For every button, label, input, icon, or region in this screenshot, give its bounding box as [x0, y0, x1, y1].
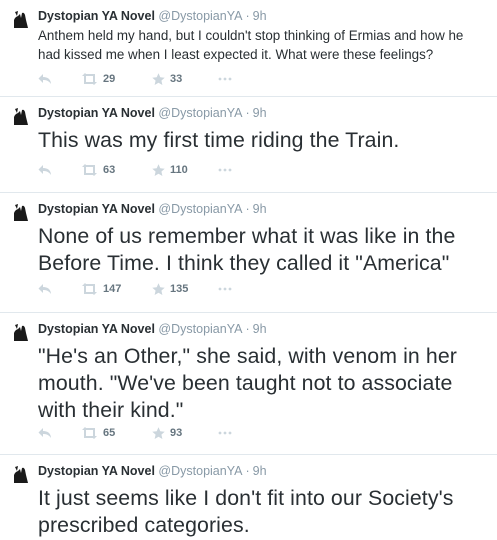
timestamp[interactable]: 9h: [253, 106, 267, 120]
tweet[interactable]: Dystopian YA Novel @DystopianYA · 9h Anthe…: [0, 0, 497, 97]
retweet-icon: [82, 427, 97, 439]
more-dots-icon: [218, 77, 232, 81]
retweet-button[interactable]: 147: [81, 281, 121, 297]
reply-icon: [38, 284, 51, 294]
separator: ·: [245, 202, 250, 216]
timestamp[interactable]: 9h: [253, 464, 267, 478]
author-handle[interactable]: @DystopianYA: [158, 9, 242, 23]
separator: ·: [245, 322, 250, 336]
more-button[interactable]: [218, 281, 232, 297]
star-icon: [152, 72, 165, 85]
tweet-actions: 65 93: [38, 425, 298, 441]
tweet-header: Dystopian YA Novel @DystopianYA · 9h: [38, 464, 267, 479]
star-icon: [152, 282, 165, 295]
favorite-count: 135: [170, 283, 189, 295]
tweet-header: Dystopian YA Novel @DystopianYA · 9h: [38, 322, 267, 337]
favorite-count: 93: [170, 427, 183, 439]
more-dots-icon: [218, 287, 232, 291]
tweet[interactable]: Dystopian YA Novel @DystopianYA · 9h This …: [0, 97, 497, 193]
tweet-text: "He's an Other," she said, with venom in…: [38, 344, 457, 422]
retweet-count: 29: [103, 73, 116, 85]
tweet[interactable]: Dystopian YA Novel @DystopianYA · 9h None …: [0, 193, 497, 313]
timestamp[interactable]: 9h: [253, 202, 267, 216]
more-button[interactable]: [218, 162, 232, 178]
reply-button[interactable]: [38, 71, 52, 87]
separator: ·: [245, 464, 250, 478]
favorite-button[interactable]: 33: [152, 71, 182, 87]
tweet-header: Dystopian YA Novel @DystopianYA · 9h: [38, 202, 267, 217]
more-dots-icon: [218, 431, 232, 435]
favorite-count: 110: [170, 164, 188, 176]
favorite-button[interactable]: 93: [152, 425, 182, 441]
tweet-text: None of us remember what it was like in …: [38, 224, 456, 275]
author-name[interactable]: Dystopian YA Novel: [38, 9, 155, 23]
reply-icon: [38, 165, 51, 175]
avatar[interactable]: [11, 321, 31, 341]
avatar[interactable]: [11, 463, 31, 483]
star-icon: [152, 426, 165, 439]
tweet-actions: 29 33: [38, 71, 298, 87]
silhouette-icon: [11, 201, 31, 221]
timestamp[interactable]: 9h: [253, 9, 267, 23]
tweet-text: This was my first time riding the Train.: [38, 128, 400, 152]
separator: ·: [245, 9, 250, 23]
silhouette-icon: [11, 321, 31, 341]
tweet-actions: 63 110: [38, 162, 298, 178]
separator: ·: [245, 106, 250, 120]
retweet-icon: [82, 283, 97, 295]
tweet-actions: 147 135: [38, 281, 298, 297]
retweet-button[interactable]: 29: [81, 71, 115, 87]
retweet-icon: [82, 73, 97, 85]
tweet-header: Dystopian YA Novel @DystopianYA · 9h: [38, 106, 267, 121]
author-name[interactable]: Dystopian YA Novel: [38, 202, 155, 216]
avatar[interactable]: [11, 105, 31, 125]
retweet-count: 63: [103, 164, 116, 176]
author-name[interactable]: Dystopian YA Novel: [38, 322, 155, 336]
more-button[interactable]: [218, 71, 232, 87]
author-handle[interactable]: @DystopianYA: [158, 106, 242, 120]
reply-icon: [38, 74, 51, 84]
retweet-icon: [82, 164, 97, 176]
retweet-count: 147: [103, 283, 122, 295]
reply-icon: [38, 428, 51, 438]
timestamp[interactable]: 9h: [253, 322, 267, 336]
tweet-header: Dystopian YA Novel @DystopianYA · 9h: [38, 9, 267, 24]
tweet-text: Anthem held my hand, but I couldn't stop…: [38, 28, 464, 62]
favorite-button[interactable]: 135: [152, 281, 188, 297]
more-button[interactable]: [218, 425, 232, 441]
author-name[interactable]: Dystopian YA Novel: [38, 464, 155, 478]
author-name[interactable]: Dystopian YA Novel: [38, 106, 155, 120]
reply-button[interactable]: [38, 162, 52, 178]
author-handle[interactable]: @DystopianYA: [158, 202, 242, 216]
retweet-button[interactable]: 63: [81, 162, 115, 178]
author-handle[interactable]: @DystopianYA: [158, 464, 242, 478]
reply-button[interactable]: [38, 425, 52, 441]
retweet-count: 65: [103, 427, 116, 439]
star-icon: [152, 163, 165, 176]
author-handle[interactable]: @DystopianYA: [158, 322, 242, 336]
silhouette-icon: [11, 8, 31, 28]
tweet-feed: Dystopian YA Novel @DystopianYA · 9h Anthe…: [0, 0, 497, 540]
favorite-count: 33: [170, 73, 183, 85]
avatar[interactable]: [11, 8, 31, 28]
favorite-button[interactable]: 110: [152, 162, 188, 178]
tweet[interactable]: Dystopian YA Novel @DystopianYA · 9h "He's…: [0, 313, 497, 455]
silhouette-icon: [11, 105, 31, 125]
retweet-button[interactable]: 65: [81, 425, 115, 441]
reply-button[interactable]: [38, 281, 52, 297]
silhouette-icon: [11, 463, 31, 483]
more-dots-icon: [218, 168, 232, 172]
tweet[interactable]: Dystopian YA Novel @DystopianYA · 9h It ju…: [0, 455, 497, 540]
tweet-text: It just seems like I don't fit into our …: [38, 486, 454, 537]
avatar[interactable]: [11, 201, 31, 221]
